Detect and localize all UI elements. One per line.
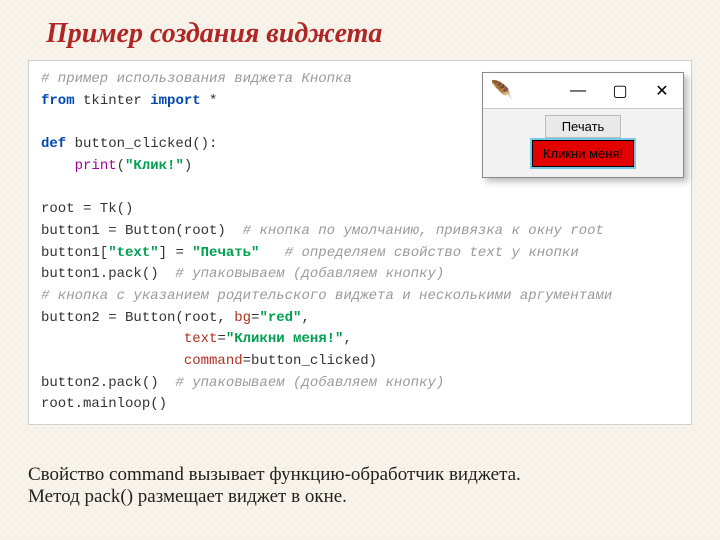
keyword-import: import (150, 93, 200, 109)
click-me-button[interactable]: Кликни меня! (532, 140, 634, 167)
minimize-button[interactable]: — (557, 73, 599, 109)
footer-line-1: Свойство command вызывает функцию-обрабо… (28, 464, 692, 486)
titlebar: 🪶 — ▢ ✕ (483, 73, 683, 109)
page-title: Пример создания виджета (46, 18, 692, 50)
footer-line-2: Метод pack() размещает виджет в окне. (28, 486, 692, 508)
window-body: Печать Кликни меня! (483, 109, 683, 177)
keyword-from: from (41, 93, 75, 109)
maximize-button[interactable]: ▢ (599, 73, 641, 109)
feather-icon: 🪶 (483, 80, 521, 101)
close-button[interactable]: ✕ (641, 73, 683, 109)
print-button[interactable]: Печать (545, 115, 622, 138)
code-comment: # пример использования виджета Кнопка (41, 71, 352, 87)
tkinter-window: 🪶 — ▢ ✕ Печать Кликни меня! (482, 72, 684, 178)
keyword-def: def (41, 136, 66, 152)
footer-text: Свойство command вызывает функцию-обрабо… (28, 464, 692, 508)
func-print: print (75, 158, 117, 174)
